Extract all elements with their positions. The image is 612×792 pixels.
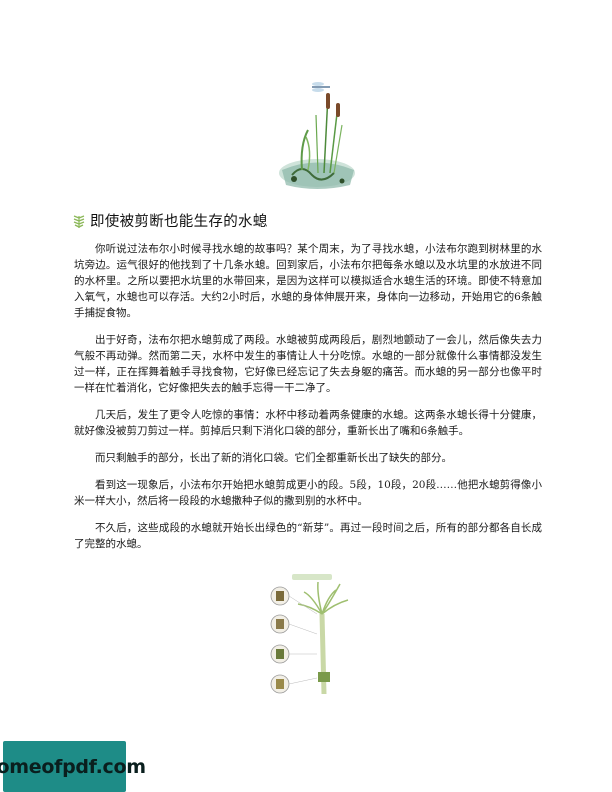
body-text: 你听说过法布尔小时候寻找水螅的故事吗？某个周末，为了寻找水螅，小法布尔跑到树林里… <box>74 241 542 563</box>
section-heading: 即使被剪断也能生存的水螅 <box>72 210 268 231</box>
watermark-logo: homeofpdf.com <box>0 741 146 792</box>
paragraph: 看到这一现象后，小法布尔开始把水螅剪成更小的段。5段，10段，20段……他把水螅… <box>74 479 542 507</box>
paragraph: 不久后，这些成段的水螅就开始长出绿色的“新芽”。再过一段时间之后，所有的部分都各… <box>74 522 542 550</box>
leaf-icon <box>72 214 86 228</box>
paragraph: 而只剩触手的部分，长出了新的消化口袋。它们全都重新长出了缺失的部分。 <box>95 452 452 464</box>
paragraph: 你听说过法布尔小时候寻找水螅的故事吗？某个周末，为了寻找水螅，小法布尔跑到树林里… <box>74 243 542 319</box>
pond-illustration <box>272 75 362 190</box>
watermark-text: homeofpdf.com <box>0 755 146 778</box>
paragraph: 几天后，发生了更令人吃惊的事情：水杯中移动着两条健康的水螅。这两条水螅长得十分健… <box>74 409 542 437</box>
paragraph: 出于好奇，法布尔把水螅剪成了两段。水螅被剪成两段后，剧烈地颤动了一会儿，然后像失… <box>74 334 542 394</box>
section-title: 即使被剪断也能生存的水螅 <box>90 214 268 230</box>
hydra-illustration <box>262 574 362 699</box>
